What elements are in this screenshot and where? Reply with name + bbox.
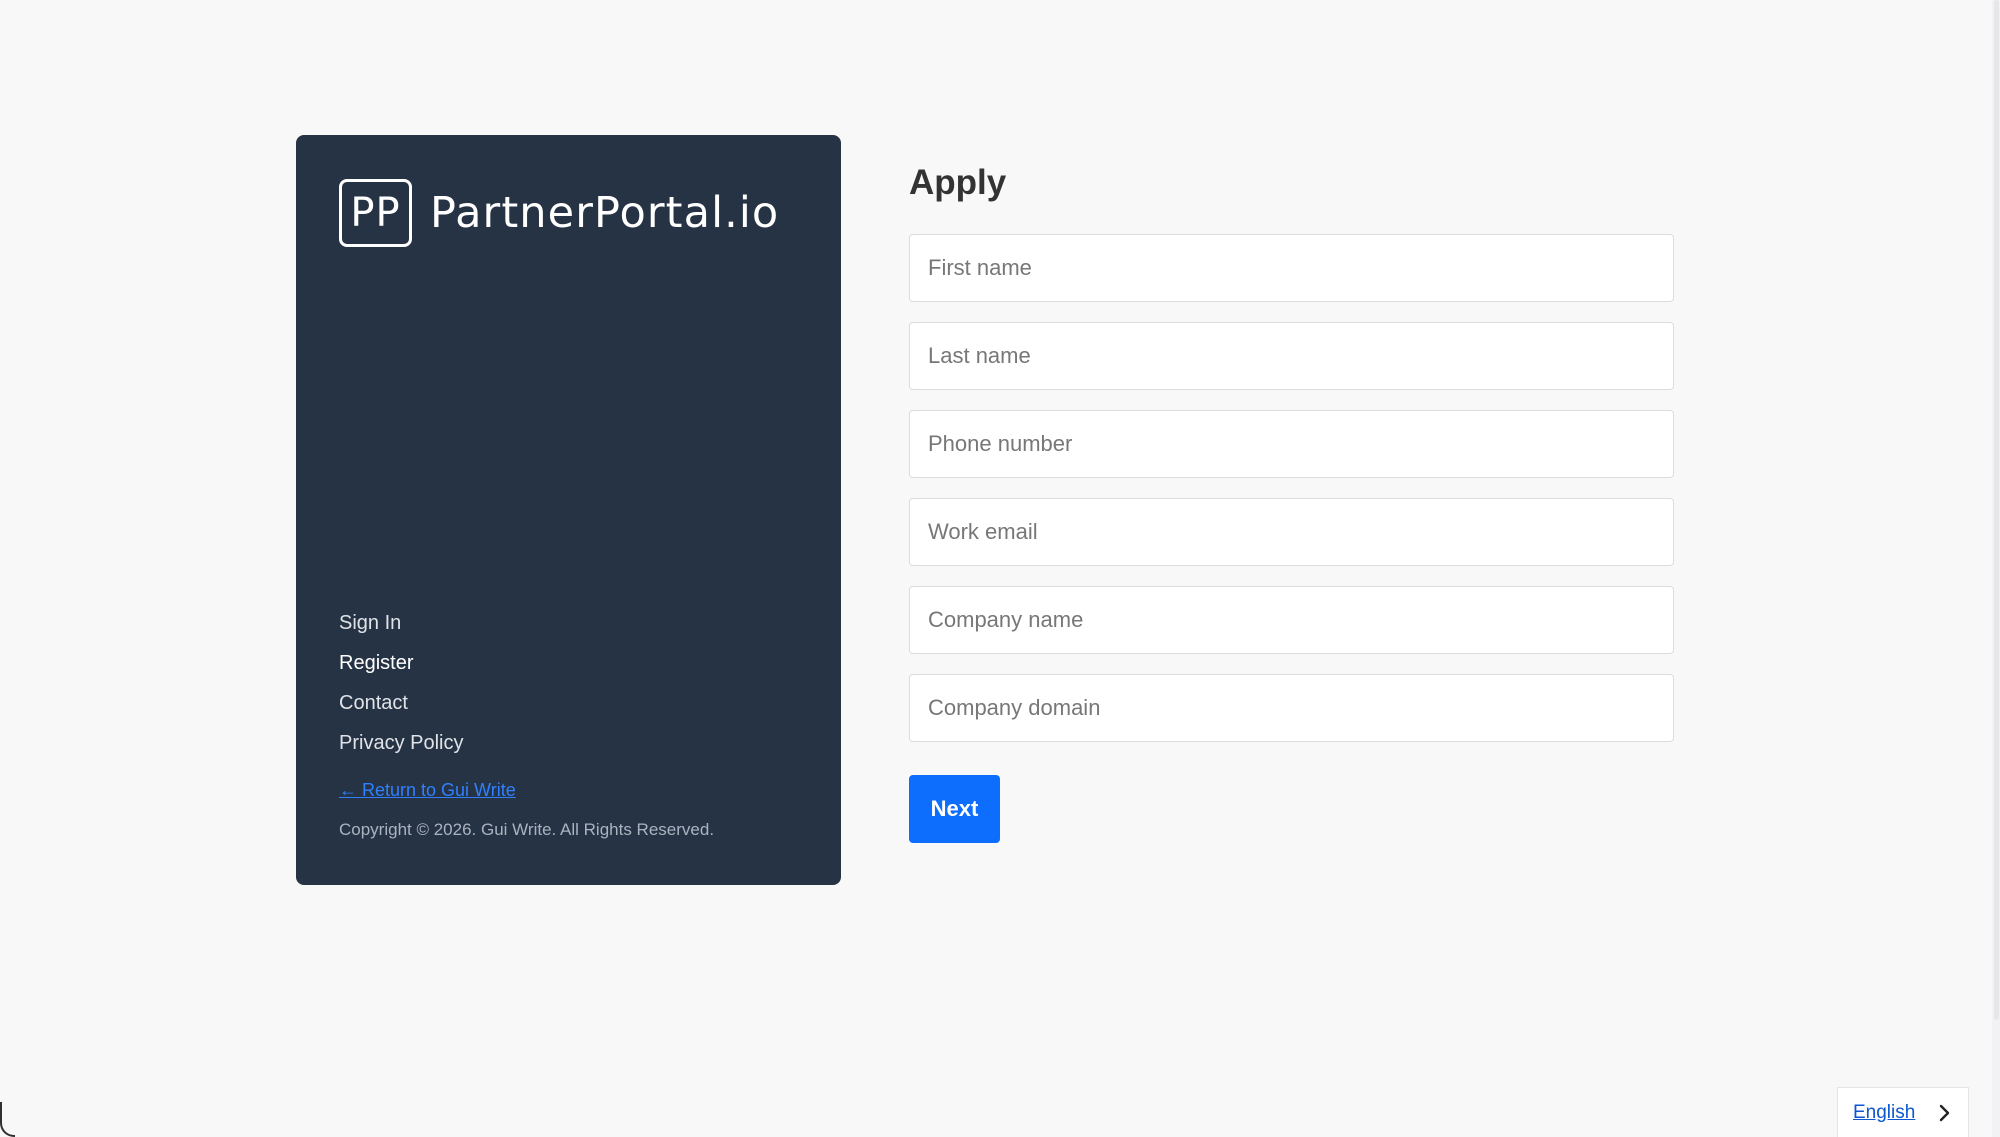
copyright-text: Copyright © 2026. Gui Write. All Rights … [339,820,715,839]
scrollbar-thumb[interactable] [1994,0,1999,1020]
nav-sign-in[interactable]: Sign In [339,603,463,643]
nav-privacy-policy[interactable]: Privacy Policy [339,723,463,763]
company-domain-field[interactable] [909,674,1674,742]
application-form: Apply Next [909,155,1674,843]
chevron-right-icon [1934,1103,1954,1123]
work-email-field[interactable] [909,498,1674,566]
window-corner-mark [0,1102,15,1137]
last-name-field[interactable] [909,322,1674,390]
logo: PP PartnerPortal.io [339,179,779,247]
nav-contact[interactable]: Contact [339,683,463,723]
return-link[interactable]: ← Return to Gui Write [339,778,516,802]
sidebar-navigation: Sign In Register Contact Privacy Policy [339,603,463,763]
nav-register[interactable]: Register [339,643,463,683]
company-name-field[interactable] [909,586,1674,654]
language-selector[interactable]: English [1837,1087,1969,1137]
logo-text: PartnerPortal.io [430,188,780,238]
next-button[interactable]: Next [909,775,1000,843]
language-label[interactable]: English [1853,1102,1915,1124]
phone-number-field[interactable] [909,410,1674,478]
logo-mark: PP [339,179,412,247]
brand-panel: PP PartnerPortal.io Sign In Register Con… [296,135,841,885]
form-title: Apply [909,163,1007,202]
page: PP PartnerPortal.io Sign In Register Con… [0,0,2000,1137]
first-name-field[interactable] [909,234,1674,302]
